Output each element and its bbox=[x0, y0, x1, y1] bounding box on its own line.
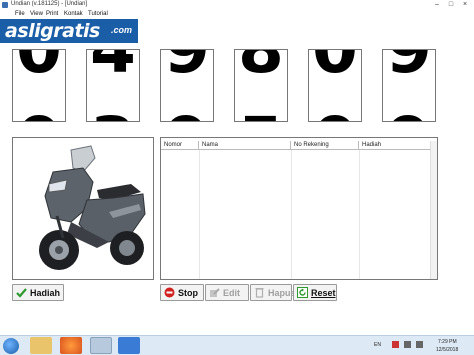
column-divider bbox=[199, 150, 200, 279]
stop-button[interactable]: Stop bbox=[160, 284, 204, 301]
app-icon bbox=[2, 2, 8, 8]
column-header-hadiah[interactable]: Hadiah bbox=[359, 141, 431, 150]
column-divider bbox=[291, 150, 292, 279]
check-icon bbox=[16, 287, 27, 298]
minimize-button[interactable]: – bbox=[430, 0, 444, 10]
digit-box-2: 4 3 bbox=[86, 49, 140, 122]
column-header-nomor[interactable]: Nomor bbox=[161, 141, 199, 150]
taskbar: EN 7:29 PM 12/5/2018 bbox=[0, 335, 474, 355]
menu-tutorial[interactable]: Tutorial bbox=[88, 11, 108, 17]
scooter-image bbox=[39, 145, 146, 270]
menu-file[interactable]: File bbox=[15, 11, 25, 17]
digit-box-6: 9 9 bbox=[382, 49, 436, 122]
tray-app-icon[interactable] bbox=[392, 341, 399, 348]
digit-current: 0 bbox=[312, 49, 358, 88]
table-header: Nomor Nama No Rekening Hadiah bbox=[161, 141, 437, 150]
stop-icon bbox=[164, 287, 175, 298]
maximize-button[interactable]: □ bbox=[444, 0, 458, 10]
digit-next: 5 bbox=[235, 107, 287, 122]
window-title: Undian (v.181125) - [Undian] bbox=[11, 1, 88, 7]
stop-button-label: Stop bbox=[178, 287, 198, 298]
edit-icon bbox=[209, 287, 220, 298]
edit-button-label: Edit bbox=[223, 287, 240, 298]
edit-button[interactable]: Edit bbox=[205, 284, 249, 301]
system-tray: EN 7:29 PM 12/5/2018 bbox=[334, 336, 474, 355]
reset-button-label: Reset bbox=[311, 287, 336, 298]
digit-current: 8 bbox=[238, 49, 284, 88]
undian-app-icon[interactable] bbox=[90, 337, 112, 354]
digit-next: 3 bbox=[87, 107, 139, 122]
title-bar: Undian (v.181125) - [Undian] – □ × bbox=[0, 0, 474, 10]
menu-view[interactable]: View bbox=[30, 11, 43, 17]
digit-current: 9 bbox=[164, 49, 210, 88]
digit-next: 9 bbox=[383, 107, 435, 122]
digit-box-5: 0 0 bbox=[308, 49, 362, 122]
column-header-nama[interactable]: Nama bbox=[199, 141, 291, 150]
hapus-button-label: Hapus bbox=[268, 287, 296, 298]
hadiah-button-label: Hadiah bbox=[30, 287, 61, 298]
firefox-icon[interactable] bbox=[60, 337, 82, 354]
table-scrollbar[interactable] bbox=[430, 141, 437, 279]
network-icon[interactable] bbox=[404, 341, 411, 348]
logo-text: asligratis bbox=[5, 20, 100, 42]
window-controls: – □ × bbox=[430, 0, 472, 10]
clock-date[interactable]: 12/5/2018 bbox=[436, 347, 458, 353]
column-header-no-rekening[interactable]: No Rekening bbox=[291, 141, 359, 150]
digit-box-1: 0 0 bbox=[12, 49, 66, 122]
digit-current: 9 bbox=[386, 49, 432, 88]
digit-next: 0 bbox=[309, 107, 361, 122]
menu-kontak[interactable]: Kontak bbox=[64, 11, 83, 17]
logo-domain: .com bbox=[111, 25, 133, 35]
clock-time[interactable]: 7:29 PM bbox=[438, 339, 457, 345]
menu-print[interactable]: Print bbox=[46, 11, 58, 17]
reset-button[interactable]: Reset bbox=[293, 284, 337, 301]
digit-current: 4 bbox=[90, 49, 136, 88]
column-divider bbox=[359, 150, 360, 279]
menu-bar: File View Print Kontak Tutorial bbox=[0, 10, 474, 19]
taskbar-app-icon[interactable] bbox=[118, 337, 140, 354]
volume-icon[interactable] bbox=[416, 341, 423, 348]
close-button[interactable]: × bbox=[458, 0, 472, 10]
delete-icon bbox=[254, 287, 265, 298]
digit-box-3: 9 9 bbox=[160, 49, 214, 122]
hadiah-button[interactable]: Hadiah bbox=[12, 284, 64, 301]
digit-next: 9 bbox=[161, 107, 213, 122]
asligratis-logo: asligratis .com bbox=[0, 19, 138, 43]
digit-next: 0 bbox=[13, 107, 65, 122]
prize-image-panel bbox=[12, 137, 154, 280]
language-indicator[interactable]: EN bbox=[374, 342, 381, 348]
hapus-button[interactable]: Hapus bbox=[250, 284, 296, 301]
windows-start-icon[interactable] bbox=[3, 338, 19, 354]
reset-icon bbox=[297, 287, 308, 298]
winners-table[interactable]: Nomor Nama No Rekening Hadiah bbox=[160, 137, 438, 280]
digit-box-4: 8 5 bbox=[234, 49, 288, 122]
file-explorer-icon[interactable] bbox=[30, 337, 52, 354]
digit-current: 0 bbox=[16, 49, 62, 88]
